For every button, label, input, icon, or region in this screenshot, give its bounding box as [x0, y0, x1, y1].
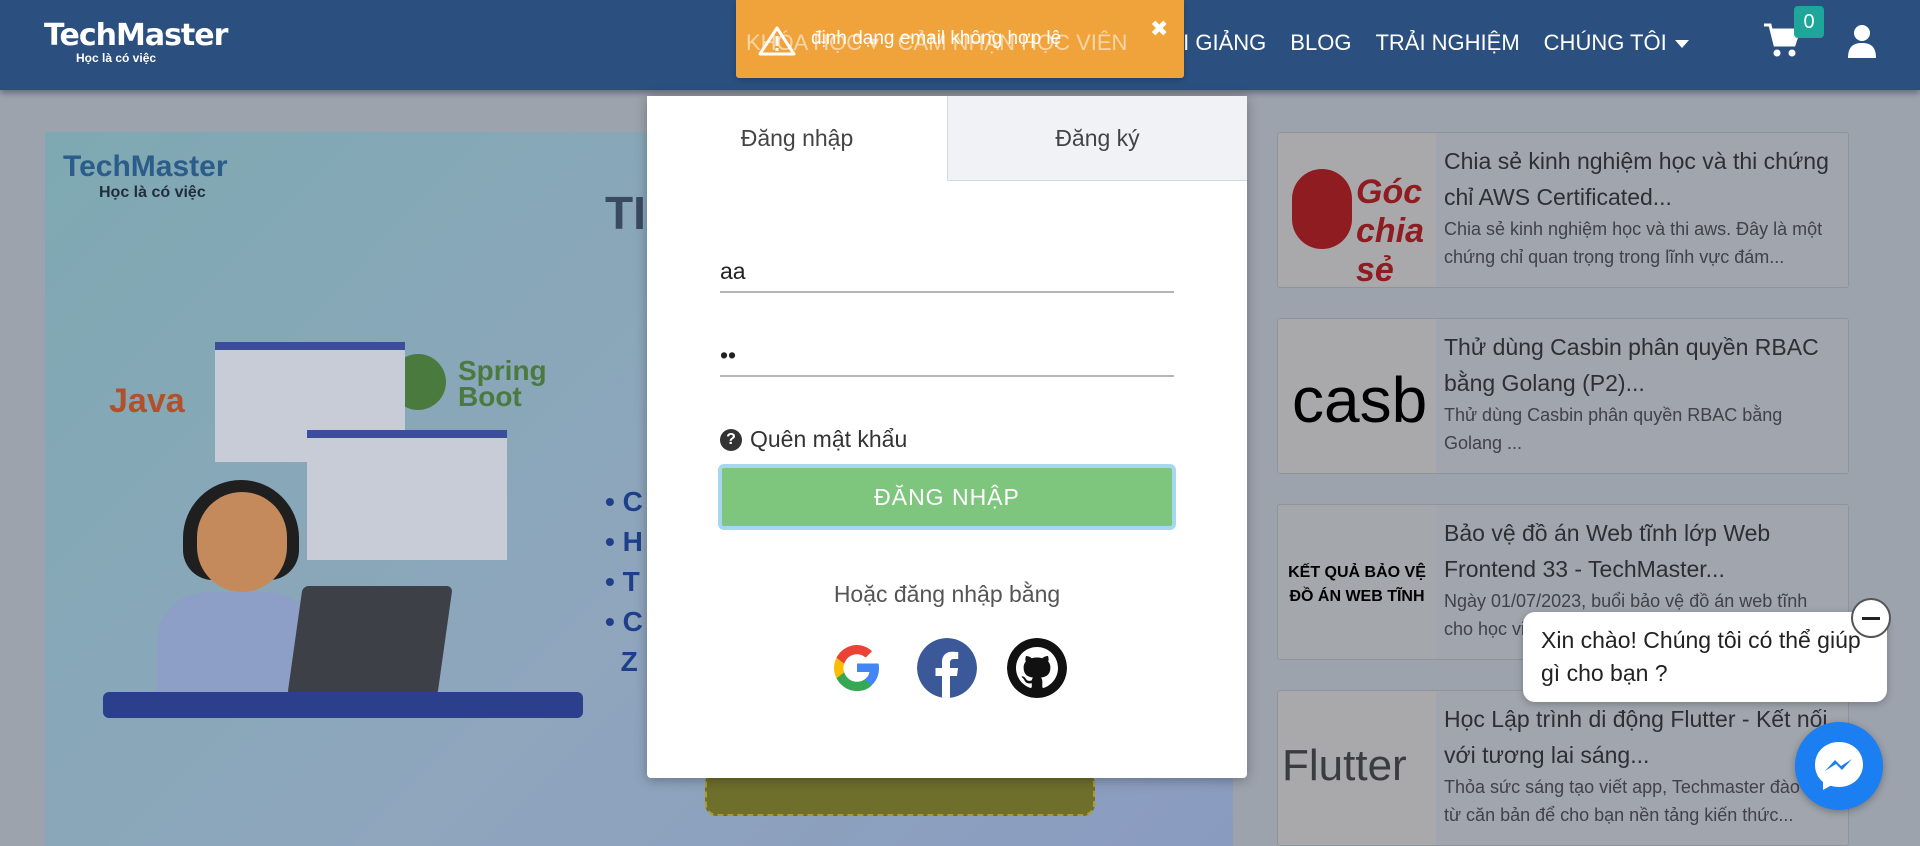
blog-card-thumb-text: casb — [1292, 364, 1428, 436]
blog-card-desc: Thỏa sức sáng tạo viết app, Techmaster đ… — [1444, 777, 1830, 825]
banner-bullet: • C — [605, 486, 643, 517]
chat-greeting-bubble[interactable]: Xin chào! Chúng tôi có thể giúp gì cho b… — [1523, 612, 1887, 702]
banner-ticket — [705, 772, 1095, 816]
social-login-group — [827, 638, 1067, 698]
nav-item-blog[interactable]: BLOG — [1290, 30, 1351, 56]
login-modal: Đăng nhập Đăng ký ? Quên mật khẩu ĐĂNG N… — [647, 96, 1247, 778]
forgot-password-link[interactable]: ? Quên mật khẩu — [720, 426, 907, 453]
blog-card-desc: Chia sẻ kinh nghiệm học và thi aws. Đây … — [1444, 219, 1823, 267]
laptop-illustration — [287, 586, 453, 696]
github-icon[interactable] — [1007, 638, 1067, 698]
banner-logo-title: TechMaster — [63, 150, 228, 183]
banner-bullets: • C • H • T • C Z — [605, 482, 643, 682]
banner-bullet: Z — [620, 646, 638, 677]
blog-card-title[interactable]: Học Lập trình di động Flutter - Kết nối … — [1444, 701, 1840, 773]
blog-card-title[interactable]: Thử dùng Casbin phân quyền RBAC bằng Gol… — [1444, 329, 1840, 401]
desk-illustration — [103, 692, 583, 718]
warning-icon — [758, 26, 796, 56]
tab-register[interactable]: Đăng ký — [947, 96, 1247, 181]
or-login-with-label: Hoặc đăng nhập bằng — [833, 581, 1061, 607]
nav-item-about-us-label: CHÚNG TÔI — [1543, 30, 1667, 55]
error-toast: KHÓA HỌC ▾ CẢM NHẬN HỌC VIÊN định dạng e… — [736, 0, 1184, 78]
chat-minimize-button[interactable] — [1851, 598, 1891, 638]
spring-label: Spring Boot — [458, 357, 547, 412]
spring-label-2: Boot — [458, 381, 522, 412]
messenger-icon[interactable] — [1795, 722, 1883, 810]
facebook-icon[interactable] — [917, 638, 977, 698]
blog-card-thumbnail: Flutter — [1278, 691, 1436, 845]
forgot-password-label: Quên mật khẩu — [750, 426, 908, 452]
java-label: Java — [109, 382, 185, 420]
blog-card-thumbnail: casb — [1278, 319, 1436, 473]
banner-bullet: • H — [605, 526, 643, 557]
logo-tagline: Học là có việc — [76, 51, 157, 65]
auth-tabs: Đăng nhập Đăng ký — [647, 96, 1247, 181]
banner-bullet: • T — [605, 566, 640, 597]
site-logo[interactable]: TechMaster Học là có việc — [44, 18, 228, 65]
blog-card[interactable]: Flutter Học Lập trình di động Flutter - … — [1277, 690, 1849, 846]
code-window-illustration — [307, 430, 507, 560]
toast-message: định dạng email không hợp lệ — [811, 28, 1062, 49]
chevron-down-icon — [1674, 40, 1689, 49]
nav-item-experience[interactable]: TRẢI NGHIỆM — [1375, 30, 1519, 56]
user-icon[interactable] — [1846, 24, 1878, 58]
email-field[interactable] — [720, 254, 1174, 293]
blog-card-thumb-text: KẾT QUẢ BẢO VỆ ĐỒ ÁN WEB TĨNH — [1288, 564, 1426, 605]
banner-logo-tagline: Học là có việc — [99, 184, 206, 201]
password-field[interactable] — [720, 338, 1174, 377]
google-icon[interactable] — [827, 638, 887, 698]
heart-icon — [1292, 169, 1352, 249]
logo-title: TechMaster — [44, 18, 228, 53]
nav-item-about-us[interactable]: CHÚNG TÔI — [1544, 30, 1689, 56]
cart-count-badge: 0 — [1794, 6, 1824, 38]
blog-card-thumb-text: Góc chia sẻ — [1356, 173, 1425, 288]
blog-card-thumb-text: Flutter — [1282, 741, 1407, 790]
blog-card-thumbnail: Góc chia sẻ — [1278, 133, 1436, 288]
blog-card[interactable]: Góc chia sẻ Chia sẻ kinh nghiệm học và t… — [1277, 132, 1849, 288]
banner-title: TI — [605, 187, 646, 239]
login-button[interactable]: ĐĂNG NHẬP — [718, 464, 1176, 530]
blog-card-thumbnail: KẾT QUẢ BẢO VỆ ĐỒ ÁN WEB TĨNH — [1278, 505, 1436, 659]
blog-card-title[interactable]: Chia sẻ kinh nghiệm học và thi chứng chỉ… — [1444, 143, 1840, 215]
banner-bullet: • C — [605, 606, 643, 637]
blog-card-title[interactable]: Bảo vệ đồ án Web tĩnh lớp Web Frontend 3… — [1444, 515, 1840, 587]
help-icon: ? — [720, 428, 742, 451]
banner-logo: TechMaster Học là có việc — [63, 150, 228, 202]
person-head-illustration — [197, 492, 287, 592]
close-icon[interactable]: ✖ — [1150, 16, 1168, 42]
blog-card[interactable]: casb Thử dùng Casbin phân quyền RBAC bằn… — [1277, 318, 1849, 474]
blog-card-desc: Thử dùng Casbin phân quyền RBAC bằng Gol… — [1444, 405, 1783, 453]
tab-login[interactable]: Đăng nhập — [647, 96, 947, 181]
